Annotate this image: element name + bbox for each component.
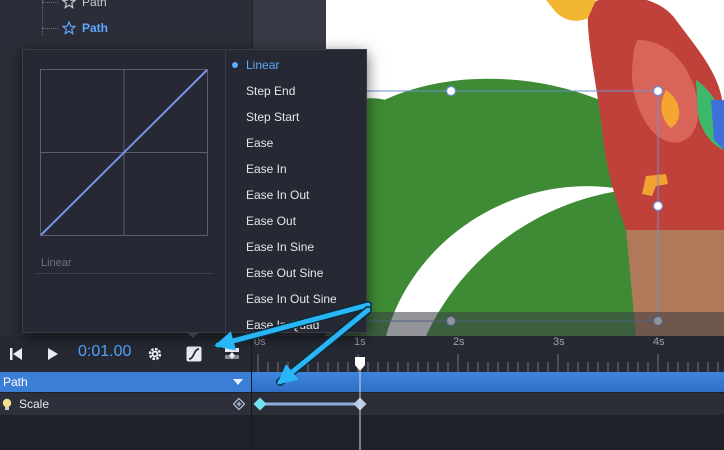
app-window: Path Path 0:01.00 0s 1s 2s 3s 4s Path Sc… <box>0 0 724 450</box>
annotation-arrows <box>214 301 372 386</box>
